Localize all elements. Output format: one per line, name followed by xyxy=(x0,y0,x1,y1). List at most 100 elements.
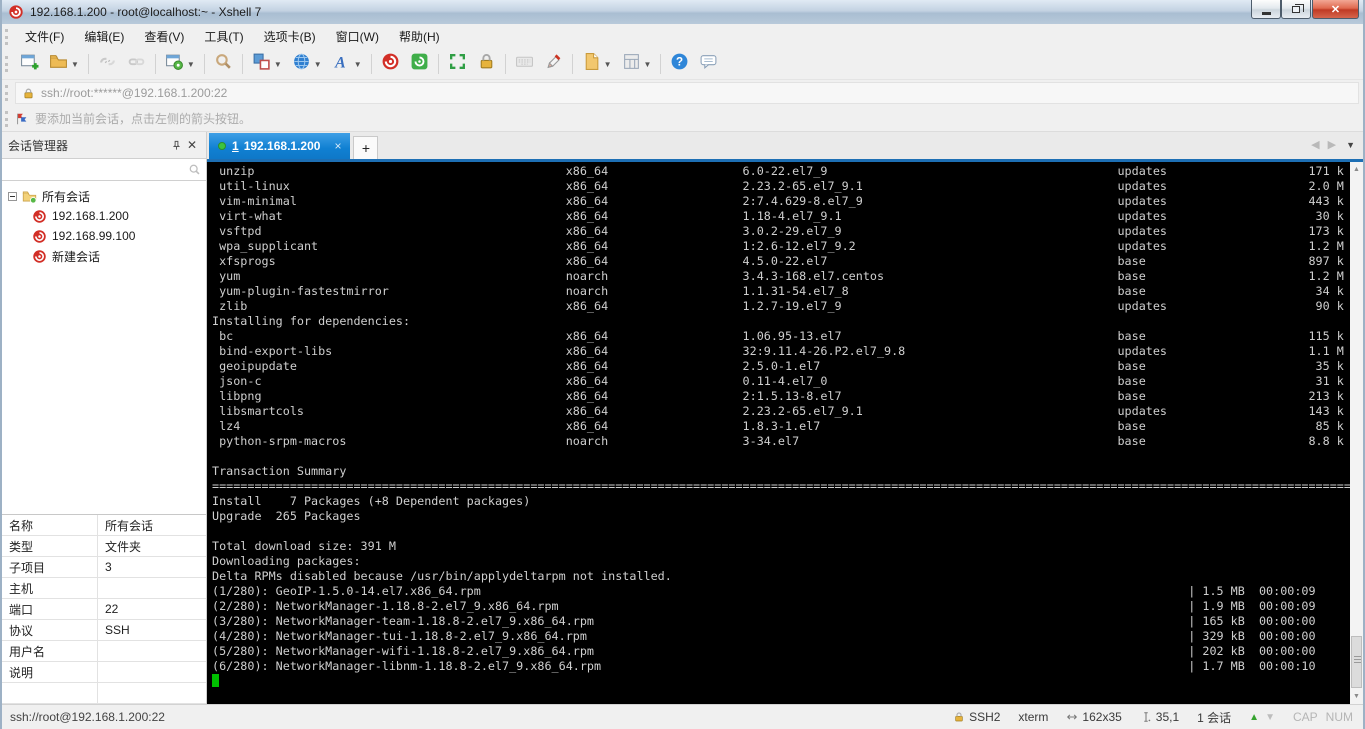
search-icon[interactable] xyxy=(188,163,201,176)
noticebar-grip[interactable] xyxy=(5,110,11,127)
close-panel-button[interactable]: ✕ xyxy=(184,137,200,153)
feedback-button[interactable] xyxy=(695,49,722,79)
dropdown-caret-icon[interactable]: ▼ xyxy=(187,60,195,69)
menu-item-3[interactable]: 工具(T) xyxy=(194,26,253,48)
font-button[interactable]: A ▼ xyxy=(328,49,366,79)
lock-screen-icon xyxy=(477,52,496,76)
layout-button[interactable]: ▼ xyxy=(618,49,656,79)
menu-item-0[interactable]: 文件(F) xyxy=(15,26,74,48)
menu-item-4[interactable]: 选项卡(B) xyxy=(254,26,326,48)
tree-root-label: 所有会话 xyxy=(42,189,91,204)
scrollbar-thumb[interactable] xyxy=(1351,636,1362,688)
menu-item-6[interactable]: 帮助(H) xyxy=(389,26,450,48)
session-icon xyxy=(33,249,46,263)
property-row-6: 用户名 xyxy=(2,641,206,662)
tree-session-item-0[interactable]: 192.168.1.200 xyxy=(2,206,206,226)
new-session-button[interactable] xyxy=(16,49,43,79)
dropdown-caret-icon[interactable]: ▼ xyxy=(314,60,322,69)
toolbar-separator xyxy=(87,54,89,74)
session-manager-title: 会话管理器 xyxy=(8,138,69,153)
highlight-pen-button[interactable] xyxy=(540,49,567,79)
property-label: 用户名 xyxy=(2,641,98,661)
open-folder-button[interactable]: ▼ xyxy=(45,49,83,79)
tree-collapse-icon[interactable] xyxy=(8,191,17,201)
folder-icon xyxy=(22,191,37,204)
tab-scroll-left-icon[interactable]: ◀ xyxy=(1311,138,1319,151)
compose-pane-icon xyxy=(252,52,271,76)
find-button[interactable] xyxy=(210,49,237,79)
cursor-position-icon xyxy=(1144,712,1151,722)
scroll-up-icon[interactable]: ▲ xyxy=(1350,162,1363,177)
pin-icon xyxy=(172,140,180,150)
toolbar-separator xyxy=(504,54,506,74)
feedback-icon xyxy=(699,52,718,76)
xftp-button[interactable] xyxy=(406,49,433,79)
new-file-button[interactable]: ▼ xyxy=(578,49,616,79)
status-session-url: ssh://root@192.168.1.200:22 xyxy=(10,710,165,724)
xshell-button[interactable] xyxy=(377,49,404,79)
minimize-button[interactable] xyxy=(1251,0,1281,19)
toolbar-grip[interactable] xyxy=(5,56,11,72)
highlight-pen-icon xyxy=(544,52,563,76)
dropdown-caret-icon[interactable]: ▼ xyxy=(604,60,612,69)
menubar: 文件(F) 编辑(E) 查看(V) 工具(T) 选项卡(B) 窗口(W) 帮助(H) xyxy=(2,24,1363,49)
dropdown-caret-icon[interactable]: ▼ xyxy=(354,60,362,69)
restore-icon xyxy=(1292,3,1304,13)
menu-item-5[interactable]: 窗口(W) xyxy=(326,26,389,48)
toolbar-separator xyxy=(660,54,662,74)
property-label: 协议 xyxy=(2,620,98,640)
help-button[interactable]: ? xyxy=(666,49,693,79)
menu-item-2[interactable]: 查看(V) xyxy=(134,26,194,48)
scroll-down-icon[interactable]: ▼ xyxy=(1350,689,1363,704)
scroll-to-bottom-icon[interactable]: ▼ xyxy=(1265,712,1275,723)
reconnect-icon xyxy=(127,52,146,76)
close-icon: ✕ xyxy=(1330,3,1341,16)
restore-button[interactable] xyxy=(1281,0,1311,19)
scroll-to-top-icon[interactable]: ▲ xyxy=(1249,712,1259,723)
dropdown-caret-icon[interactable]: ▼ xyxy=(71,60,79,69)
new-tab-button[interactable]: + xyxy=(353,136,379,159)
status-bar: ssh://root@192.168.1.200:22 SSH2 xterm 1… xyxy=(2,704,1363,729)
terminal-area: 1 192.168.1.200 × + ◀ ▶ ▼ unzip x86_64 6… xyxy=(207,132,1363,704)
property-label: 说明 xyxy=(2,662,98,682)
tab-list-dropdown-icon[interactable]: ▼ xyxy=(1346,140,1355,150)
menu-item-1[interactable]: 编辑(E) xyxy=(74,26,134,48)
terminal-screen[interactable]: unzip x86_64 6.0-22.el7_9 updates 171 k … xyxy=(207,162,1363,704)
new-session-icon xyxy=(20,52,39,76)
web-browser-button[interactable]: ▼ xyxy=(288,49,326,79)
resize-icon xyxy=(1067,714,1078,720)
property-row-7: 说明 xyxy=(2,662,206,683)
tree-root-all-sessions[interactable]: 所有会话 xyxy=(2,186,206,206)
property-label: 主机 xyxy=(2,578,98,598)
tab-scroll-right-icon[interactable]: ▶ xyxy=(1328,138,1336,151)
tab-close-icon[interactable]: × xyxy=(334,139,341,153)
pin-panel-button[interactable] xyxy=(168,137,184,153)
caps-lock-indicator: CAP xyxy=(1292,710,1318,724)
terminal-scrollbar[interactable]: ▲ ▼ xyxy=(1350,162,1363,704)
session-properties-icon xyxy=(165,52,184,76)
compose-pane-button[interactable]: ▼ xyxy=(248,49,286,79)
property-value: 3 xyxy=(105,560,112,574)
tab-session-192-168-1-200[interactable]: 1 192.168.1.200 × xyxy=(209,133,351,159)
property-row-2: 子项目 3 xyxy=(2,557,206,578)
xshell-app-icon xyxy=(9,5,23,19)
addressbar-grip[interactable] xyxy=(5,85,11,101)
tree-session-item-1[interactable]: 192.168.99.100 xyxy=(2,226,206,246)
property-label: 类型 xyxy=(2,536,98,556)
close-button[interactable]: ✕ xyxy=(1312,0,1359,19)
fullscreen-icon xyxy=(448,52,467,76)
toolbar-separator xyxy=(437,54,439,74)
dropdown-caret-icon[interactable]: ▼ xyxy=(274,60,282,69)
new-file-icon xyxy=(582,52,601,76)
session-properties-button[interactable]: ▼ xyxy=(161,49,199,79)
property-row-1: 类型 文件夹 xyxy=(2,536,206,557)
menubar-grip[interactable] xyxy=(5,28,11,45)
xshell-window: 192.168.1.200 - root@localhost:~ - Xshel… xyxy=(0,0,1365,729)
fullscreen-button[interactable] xyxy=(444,49,471,79)
titlebar[interactable]: 192.168.1.200 - root@localhost:~ - Xshel… xyxy=(2,0,1363,24)
dropdown-caret-icon[interactable]: ▼ xyxy=(644,60,652,69)
address-input[interactable]: ssh://root:******@192.168.1.200:22 xyxy=(15,82,1359,104)
session-search-input[interactable] xyxy=(2,162,188,177)
lock-screen-button[interactable] xyxy=(473,49,500,79)
tree-session-item-2[interactable]: 新建会话 xyxy=(2,246,206,266)
